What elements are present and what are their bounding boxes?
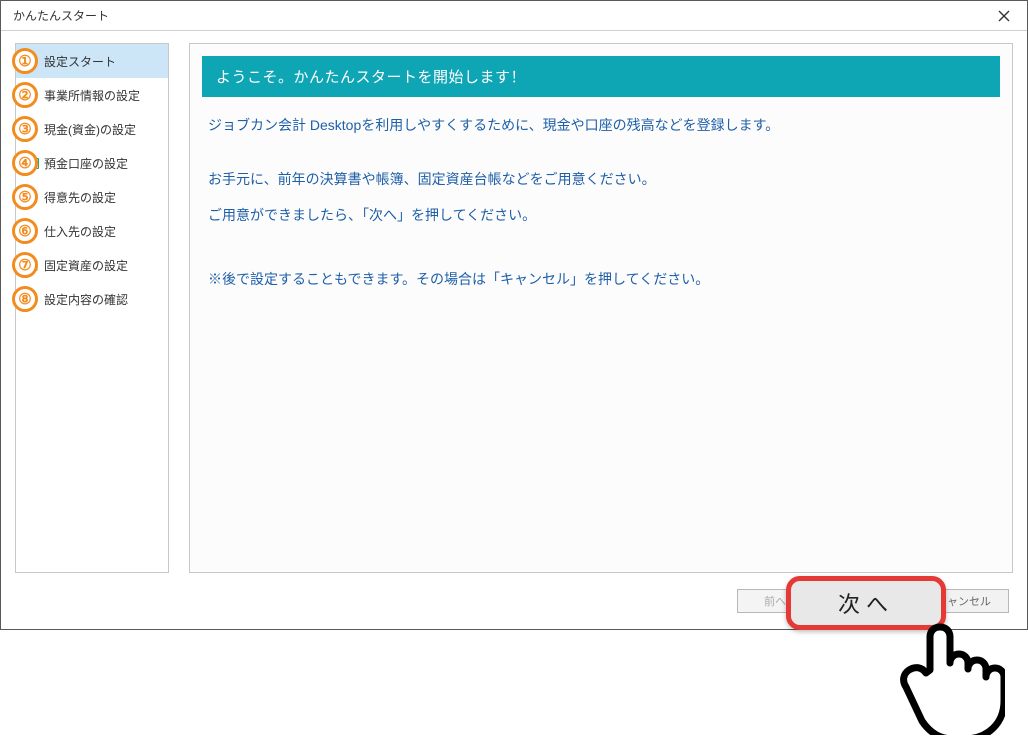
intro-p3: ご用意ができましたら、「次へ」を押してください。 — [208, 201, 994, 229]
inner-frame: 設定スタート 事業所情報の設定 ¥ 現金(資金)の設定 預金口座の設定 得意先の… — [15, 43, 1013, 573]
sidebar-step-confirm[interactable]: 設定内容の確認 — [16, 282, 168, 316]
sidebar-step-supplier[interactable]: 仕入先の設定 — [16, 214, 168, 248]
step-badge-7: ⑦ — [12, 252, 38, 278]
intro-p2: お手元に、前年の決算書や帳簿、固定資産台帳などをご用意ください。 — [208, 165, 994, 193]
step-badge-4: ④ — [12, 150, 38, 176]
step-badge-2: ② — [12, 82, 38, 108]
titlebar: かんたんスタート — [1, 1, 1027, 31]
step-badge-1: ① — [12, 48, 38, 74]
sidebar-step-start[interactable]: 設定スタート — [16, 44, 168, 78]
step-badge-3: ③ — [12, 116, 38, 142]
sidebar-item-label: 固定資産の設定 — [44, 257, 128, 274]
next-button-highlight[interactable]: 次へ — [786, 576, 946, 630]
dialog-window: かんたんスタート 設定スタート 事業所情報の設定 ¥ 現金(資金)の設定 — [0, 0, 1028, 630]
sidebar-step-account[interactable]: 預金口座の設定 — [16, 146, 168, 180]
window-title: かんたんスタート — [9, 7, 109, 24]
content-text: ジョブカン会計 Desktopを利用しやすくするために、現金や口座の残高などを登… — [202, 97, 1000, 315]
intro-p1: ジョブカン会計 Desktopを利用しやすくするために、現金や口座の残高などを登… — [208, 111, 994, 139]
hand-cursor-icon — [895, 615, 1005, 735]
sidebar-step-customer[interactable]: 得意先の設定 — [16, 180, 168, 214]
sidebar-item-label: 事業所情報の設定 — [44, 87, 140, 104]
body-area: 設定スタート 事業所情報の設定 ¥ 現金(資金)の設定 預金口座の設定 得意先の… — [1, 31, 1027, 629]
sidebar-step-asset[interactable]: 固定資産の設定 — [16, 248, 168, 282]
sidebar-item-label: 設定内容の確認 — [44, 291, 128, 308]
sidebar-item-label: 設定スタート — [44, 53, 116, 70]
welcome-banner: ようこそ。かんたんスタートを開始します！ — [202, 56, 1000, 97]
sidebar-item-label: 仕入先の設定 — [44, 223, 116, 240]
sidebar-item-label: 預金口座の設定 — [44, 155, 128, 172]
close-icon — [998, 10, 1010, 22]
sidebar-item-label: 得意先の設定 — [44, 189, 116, 206]
sidebar-step-office[interactable]: 事業所情報の設定 — [16, 78, 168, 112]
sidebar-step-cash[interactable]: ¥ 現金(資金)の設定 — [16, 112, 168, 146]
step-badge-5: ⑤ — [12, 184, 38, 210]
step-badge-6: ⑥ — [12, 218, 38, 244]
sidebar-item-label: 現金(資金)の設定 — [44, 121, 136, 138]
step-badge-8: ⑧ — [12, 286, 38, 312]
setup-steps-sidebar: 設定スタート 事業所情報の設定 ¥ 現金(資金)の設定 預金口座の設定 得意先の… — [15, 43, 169, 573]
main-panel: ようこそ。かんたんスタートを開始します！ ジョブカン会計 Desktopを利用し… — [189, 43, 1013, 573]
intro-p4: ※後で設定することもできます。その場合は「キャンセル」を押してください。 — [208, 265, 994, 293]
close-button[interactable] — [989, 1, 1019, 31]
